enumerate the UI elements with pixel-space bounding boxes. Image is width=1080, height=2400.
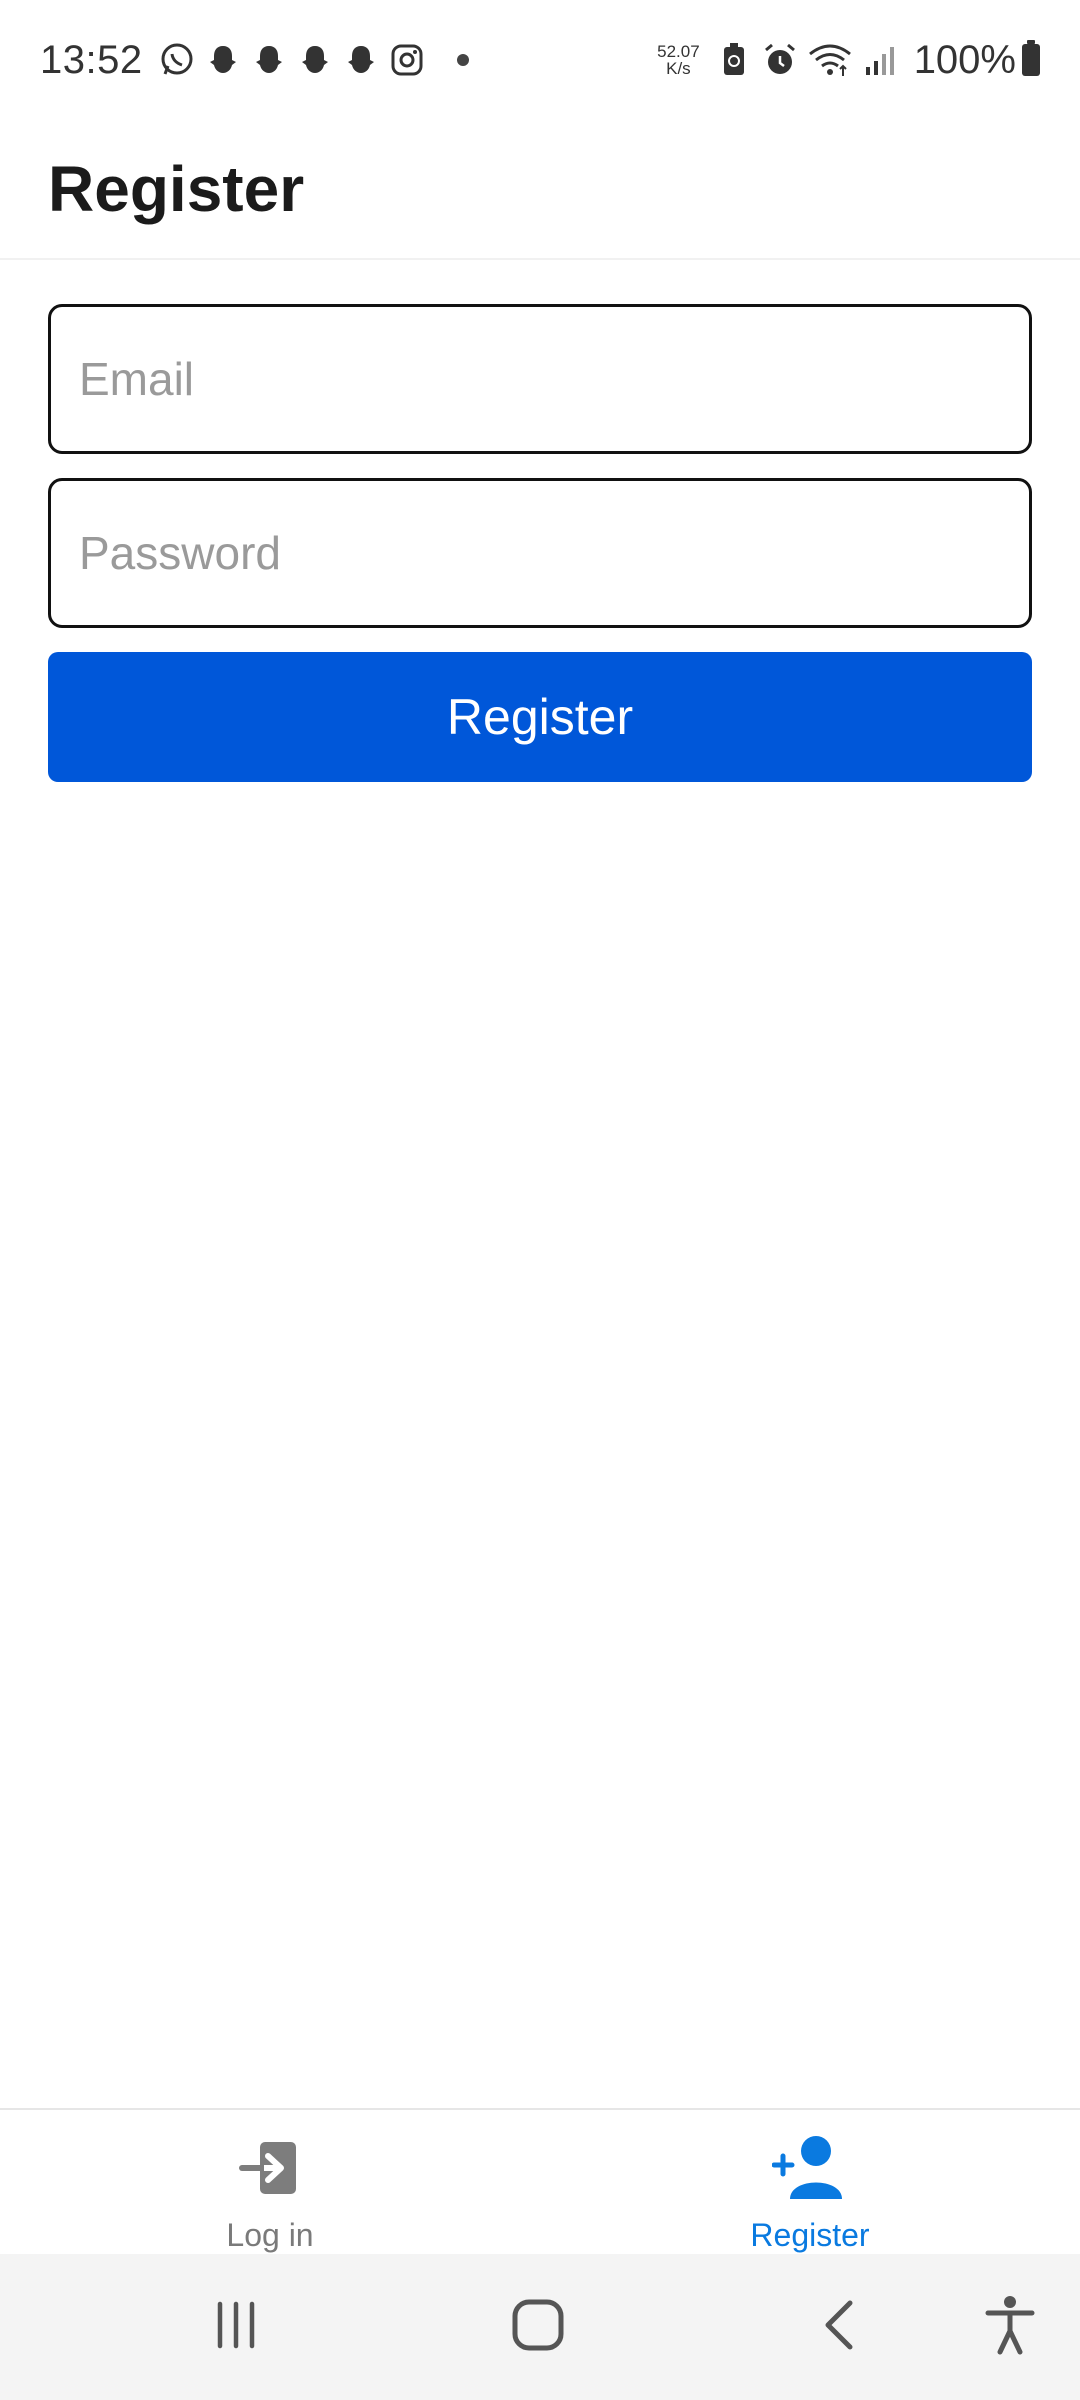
accessibility-button[interactable]	[960, 2277, 1060, 2377]
back-button[interactable]	[790, 2277, 890, 2377]
battery-icon	[1022, 40, 1040, 76]
alarm-icon	[760, 40, 800, 80]
whatsapp-icon	[157, 40, 197, 80]
bottom-tab-bar: Log in Register	[0, 2108, 1080, 2254]
register-button[interactable]: Register	[48, 652, 1032, 782]
snapchat-icon	[249, 40, 289, 80]
status-time: 13:52	[40, 37, 143, 82]
home-icon	[511, 2298, 565, 2357]
instagram-icon	[387, 40, 427, 80]
tab-log-in-label: Log in	[226, 2217, 314, 2253]
home-button[interactable]	[488, 2277, 588, 2377]
tab-register[interactable]: Register	[540, 2110, 1080, 2254]
recent-apps-icon	[211, 2300, 261, 2355]
battery-saver-icon	[714, 40, 754, 80]
recent-apps-button[interactable]	[186, 2277, 286, 2377]
network-speed-unit: K/s	[666, 59, 691, 78]
battery-percent: 100%	[913, 37, 1016, 82]
snapchat-icon	[203, 40, 243, 80]
status-left: 13:52	[40, 38, 469, 83]
app-header: Register	[0, 120, 1080, 260]
system-nav-bar	[0, 2254, 1080, 2400]
network-speed: 52.07 K/s	[657, 43, 700, 77]
tab-register-label: Register	[750, 2217, 870, 2253]
accessibility-icon	[983, 2295, 1037, 2360]
register-screen: 13:52 52.07 K/s 100% Register Email Regi…	[0, 0, 1080, 2400]
login-icon	[230, 2128, 310, 2207]
wifi-icon	[806, 40, 854, 80]
status-bar: 13:52 52.07 K/s 100%	[0, 0, 1080, 120]
add-user-icon	[770, 2128, 850, 2207]
back-icon	[820, 2298, 860, 2357]
tab-log-in[interactable]: Log in	[0, 2110, 540, 2254]
more-notifications-dot	[456, 54, 469, 66]
snapchat-icon	[341, 40, 381, 80]
password-field[interactable]	[48, 478, 1032, 628]
page-title: Register	[48, 153, 305, 225]
snapchat-icon	[295, 40, 335, 80]
signal-icon	[860, 40, 900, 80]
email-input[interactable]	[79, 352, 1029, 406]
network-speed-value: 52.07	[657, 42, 700, 61]
email-field[interactable]	[48, 304, 1032, 454]
status-right: 52.07 K/s 100%	[657, 38, 1040, 83]
password-input[interactable]	[79, 526, 1029, 580]
